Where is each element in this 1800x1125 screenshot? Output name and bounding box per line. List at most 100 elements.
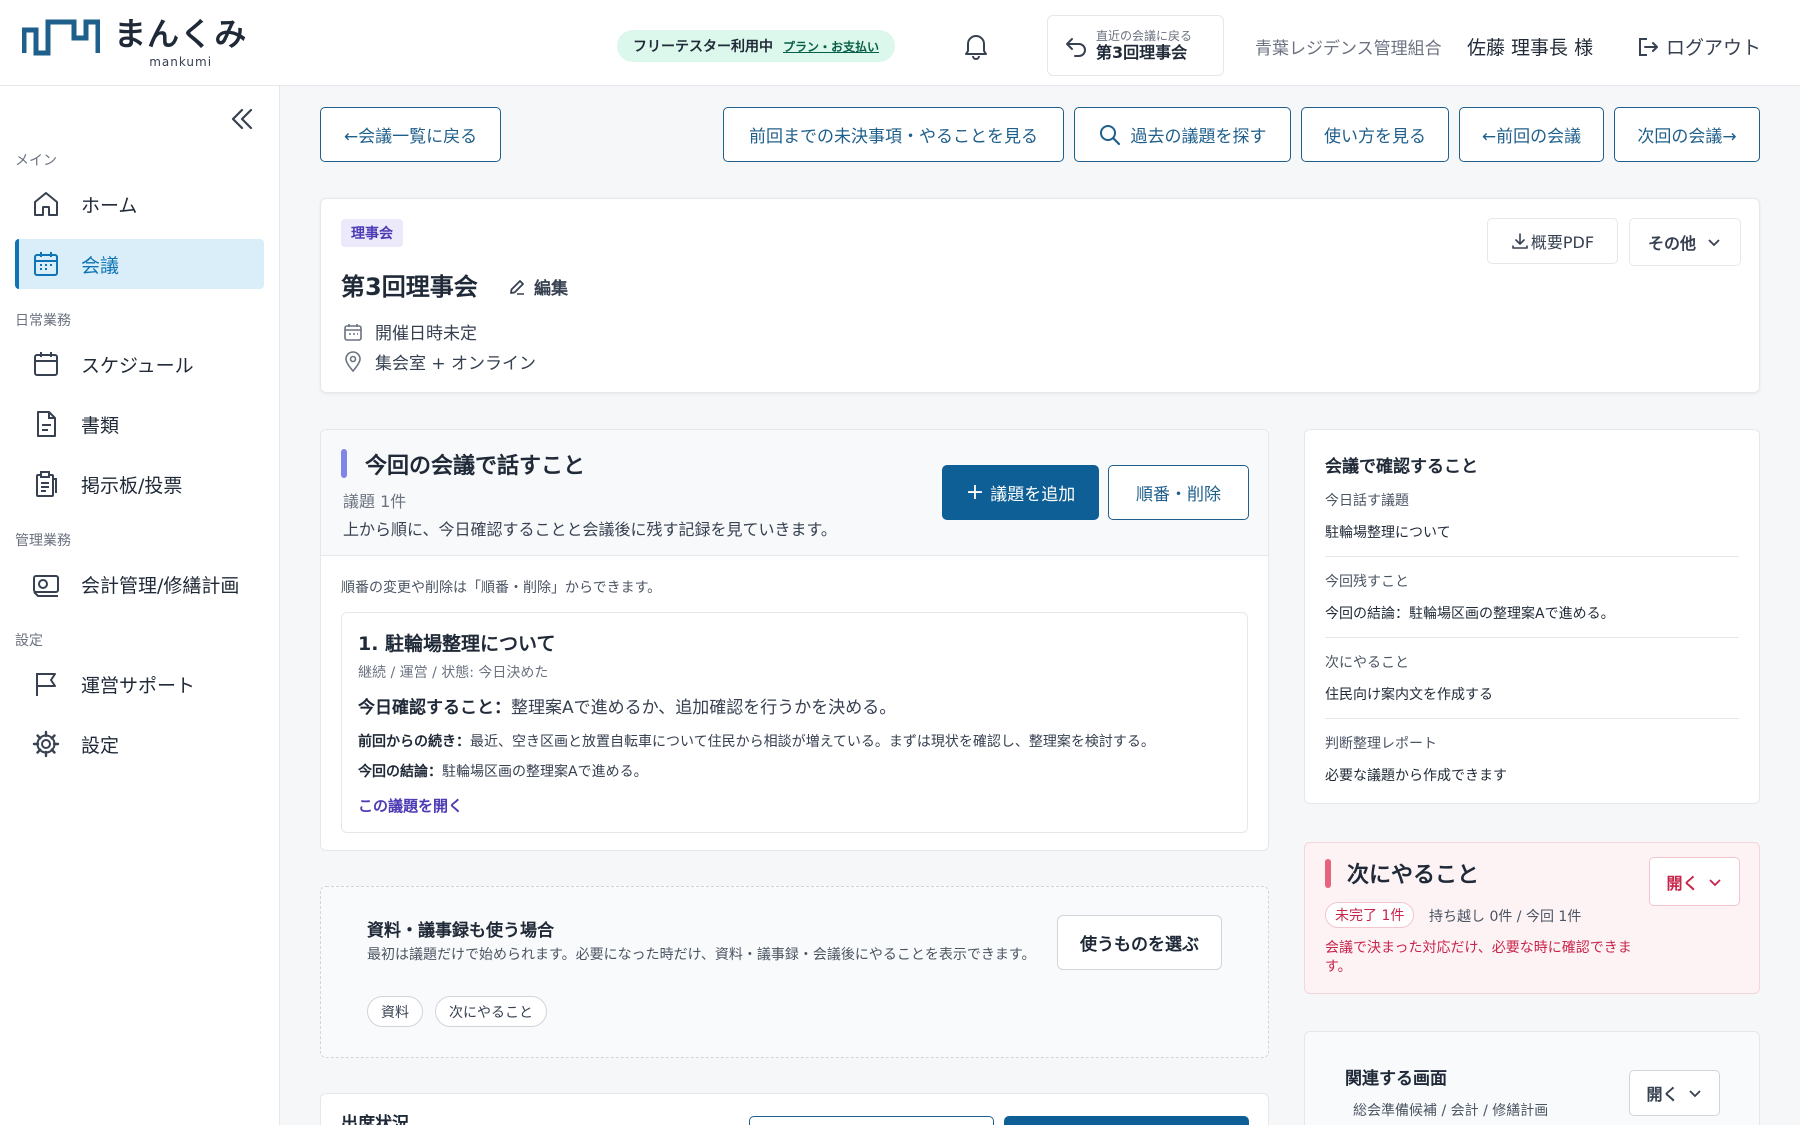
- next-actions-stats: 持ち越し 0件 / 今回 1件: [1429, 909, 1582, 925]
- sidebar-item-support[interactable]: 運営サポート: [15, 659, 264, 709]
- sidebar-item-label: 書類: [81, 414, 120, 437]
- agenda-title: 今回の会議で話すこと: [365, 454, 586, 479]
- logo-subtext: mankumi: [149, 55, 213, 69]
- plus-icon: +: [965, 480, 985, 505]
- calendar-icon: [34, 252, 58, 276]
- continued-text: 最近、空き区画と放置自転車について住民から相談が増えている。まずは現状を確認し、…: [470, 734, 1155, 750]
- next-meeting-button[interactable]: 次回の会議→: [1614, 107, 1760, 162]
- confirm-row-value: 今回の結論：駐輪場区画の整理案Aで進める。: [1325, 606, 1615, 622]
- plan-status-pill: フリーテスター利用中 プラン・お支払い: [617, 30, 896, 62]
- attendance-secondary-button[interactable]: [749, 1116, 994, 1125]
- edit-meeting-button[interactable]: 編集: [508, 274, 568, 299]
- agenda-item-meta: 継続 / 運営 / 状態: 今日決めた: [358, 665, 549, 681]
- agenda-item-confirm: 今日確認すること：整理案Aで進めるか、追加確認を行うかを決める。: [358, 693, 896, 718]
- meeting-location: 集会室 + オンライン: [343, 349, 536, 374]
- next-actions-accent-bar: [1325, 859, 1331, 888]
- confirm-text: 整理案Aで進めるか、追加確認を行うかを決める。: [511, 698, 897, 718]
- search-past-agenda-label: 過去の議題を探す: [1130, 127, 1267, 147]
- top-header: まんくみ mankumi フリーテスター利用中 プラン・お支払い 直近の会議に戻…: [0, 0, 1800, 86]
- logo-icon: [22, 19, 100, 56]
- calendar-small-icon: [344, 323, 362, 341]
- other-menu-label: その他: [1647, 234, 1696, 253]
- chip-next-actions[interactable]: 次にやること: [435, 996, 547, 1027]
- chip-materials[interactable]: 資料: [367, 996, 423, 1027]
- document-icon: [37, 411, 56, 437]
- collapse-sidebar-icon[interactable]: [228, 106, 256, 136]
- agenda-card: 今回の会議で話すこと 議題 1件 上から順に、今日確認することと会議後に残す記録…: [320, 429, 1269, 851]
- order-delete-button[interactable]: 順番・削除: [1108, 465, 1249, 520]
- related-open-button[interactable]: 開く: [1629, 1070, 1720, 1116]
- agenda-item-title: 1. 駐輪場整理について: [358, 633, 556, 655]
- sidebar-item-accounting[interactable]: 会計管理/修繕計画: [15, 559, 264, 609]
- agenda-accent-bar: [341, 449, 347, 478]
- confirm-panel: 会議で確認すること 今日話す議題 駐輪場整理について 今回残すこと 今回の結論：…: [1304, 429, 1760, 804]
- confirm-row-label: 今回残すこと: [1325, 574, 1409, 590]
- add-agenda-label: 議題を追加: [990, 485, 1076, 505]
- conclusion-label: 今回の結論：: [358, 764, 442, 780]
- add-agenda-button[interactable]: + 議題を追加: [942, 465, 1099, 520]
- meeting-type-badge: 理事会: [341, 219, 403, 247]
- sidebar-item-schedule[interactable]: スケジュール: [15, 339, 264, 389]
- howto-button[interactable]: 使い方を見る: [1301, 107, 1449, 162]
- incomplete-count-badge: 未完了 1件: [1325, 902, 1415, 928]
- gear-icon: [32, 730, 60, 758]
- open-label: 開く: [1666, 873, 1699, 893]
- open-agenda-item-link[interactable]: この議題を開く: [358, 795, 463, 816]
- sidebar-item-label: 設定: [81, 734, 120, 757]
- agenda-header: 今回の会議で話すこと 議題 1件 上から順に、今日確認することと会議後に残す記録…: [321, 430, 1268, 556]
- sidebar-item-label: 掲示板/投票: [81, 474, 183, 497]
- summary-pdf-button[interactable]: 概要PDF: [1487, 218, 1618, 264]
- app-logo[interactable]: まんくみ mankumi: [22, 18, 247, 68]
- download-icon: [1512, 233, 1528, 249]
- meeting-summary-card: 理事会 第3回理事会 編集 開催日時未定 集会室 + オンライン 概要PDF そ…: [320, 198, 1760, 393]
- agenda-note: 順番の変更や削除は「順番・削除」からできます。: [341, 580, 662, 596]
- chevron-down-icon: [1708, 239, 1720, 247]
- confirm-row-label: 今日話す議題: [1325, 493, 1409, 509]
- edit-label: 編集: [534, 279, 568, 299]
- calendar-outline-icon: [34, 352, 58, 376]
- chevron-down-icon: [1708, 878, 1721, 886]
- choose-tools-button[interactable]: 使うものを選ぶ: [1057, 915, 1222, 970]
- confirm-row: 判断整理レポート 必要な議題から作成できます: [1325, 733, 1739, 788]
- other-menu-button[interactable]: その他: [1629, 218, 1741, 266]
- sidebar-section-main: メイン: [15, 153, 57, 169]
- previous-meeting-button[interactable]: ←前回の会議: [1459, 107, 1604, 162]
- next-actions-description: 会議で決まった対応だけ、必要な時に確認できます。: [1325, 940, 1632, 975]
- recent-meeting-name: 第3回理事会: [1096, 43, 1188, 63]
- sidebar-item-meetings[interactable]: 会議: [15, 239, 264, 289]
- plan-payment-link[interactable]: プラン・お支払い: [783, 38, 879, 55]
- related-title: 関連する画面: [1345, 1069, 1447, 1089]
- bell-icon[interactable]: [963, 32, 989, 64]
- confirm-row: 次にやること 住民向け案内文を作成する: [1325, 652, 1739, 719]
- sidebar-item-label: 運営サポート: [81, 674, 196, 697]
- confirm-row-label: 判断整理レポート: [1325, 736, 1437, 752]
- sidebar-item-documents[interactable]: 書類: [15, 399, 264, 449]
- home-icon: [34, 192, 58, 216]
- back-to-list-button[interactable]: ←会議一覧に戻る: [320, 107, 501, 162]
- sidebar-item-home[interactable]: ホーム: [15, 179, 264, 229]
- attendance-primary-button[interactable]: [1004, 1116, 1249, 1125]
- next-actions-panel: 次にやること 未完了 1件 持ち越し 0件 / 今回 1件 会議で決まった対応だ…: [1304, 842, 1760, 994]
- return-arrow-icon: [1066, 37, 1086, 57]
- confirm-row: 今回残すこと 今回の結論：駐輪場区画の整理案Aで進める。: [1325, 571, 1739, 638]
- materials-card: 資料・議事録も使う場合 最初は議題だけで始められます。必要になった時だけ、資料・…: [320, 886, 1269, 1058]
- unresolved-items-button[interactable]: 前回までの未決事項・やることを見る: [723, 107, 1064, 162]
- sidebar-item-label: 会計管理/修繕計画: [81, 574, 240, 597]
- recent-label: 直近の会議に戻る: [1096, 28, 1193, 43]
- user-name: 佐藤 理事長 様: [1467, 37, 1594, 59]
- logo-text: まんくみ: [114, 15, 248, 53]
- materials-title: 資料・議事録も使う場合: [367, 921, 554, 941]
- sidebar-item-board-vote[interactable]: 掲示板/投票: [15, 459, 264, 509]
- agenda-description: 上から順に、今日確認することと会議後に残す記録を見ていきます。: [343, 520, 837, 539]
- search-past-agenda-button[interactable]: 過去の議題を探す: [1074, 107, 1291, 162]
- chevron-down-icon: [1688, 1090, 1701, 1098]
- recent-meeting-button[interactable]: 直近の会議に戻る 第3回理事会: [1047, 15, 1224, 76]
- confirm-panel-title: 会議で確認すること: [1325, 457, 1478, 477]
- sidebar-item-settings[interactable]: 設定: [15, 719, 264, 769]
- meeting-datetime-text: 開催日時未定: [375, 324, 477, 344]
- logout-button[interactable]: ログアウト: [1636, 33, 1761, 60]
- next-actions-open-button[interactable]: 開く: [1649, 857, 1740, 906]
- open-label: 開く: [1646, 1085, 1679, 1104]
- sidebar-item-label: ホーム: [81, 194, 138, 217]
- agenda-item: 1. 駐輪場整理について 継続 / 運営 / 状態: 今日決めた 今日確認するこ…: [341, 612, 1248, 833]
